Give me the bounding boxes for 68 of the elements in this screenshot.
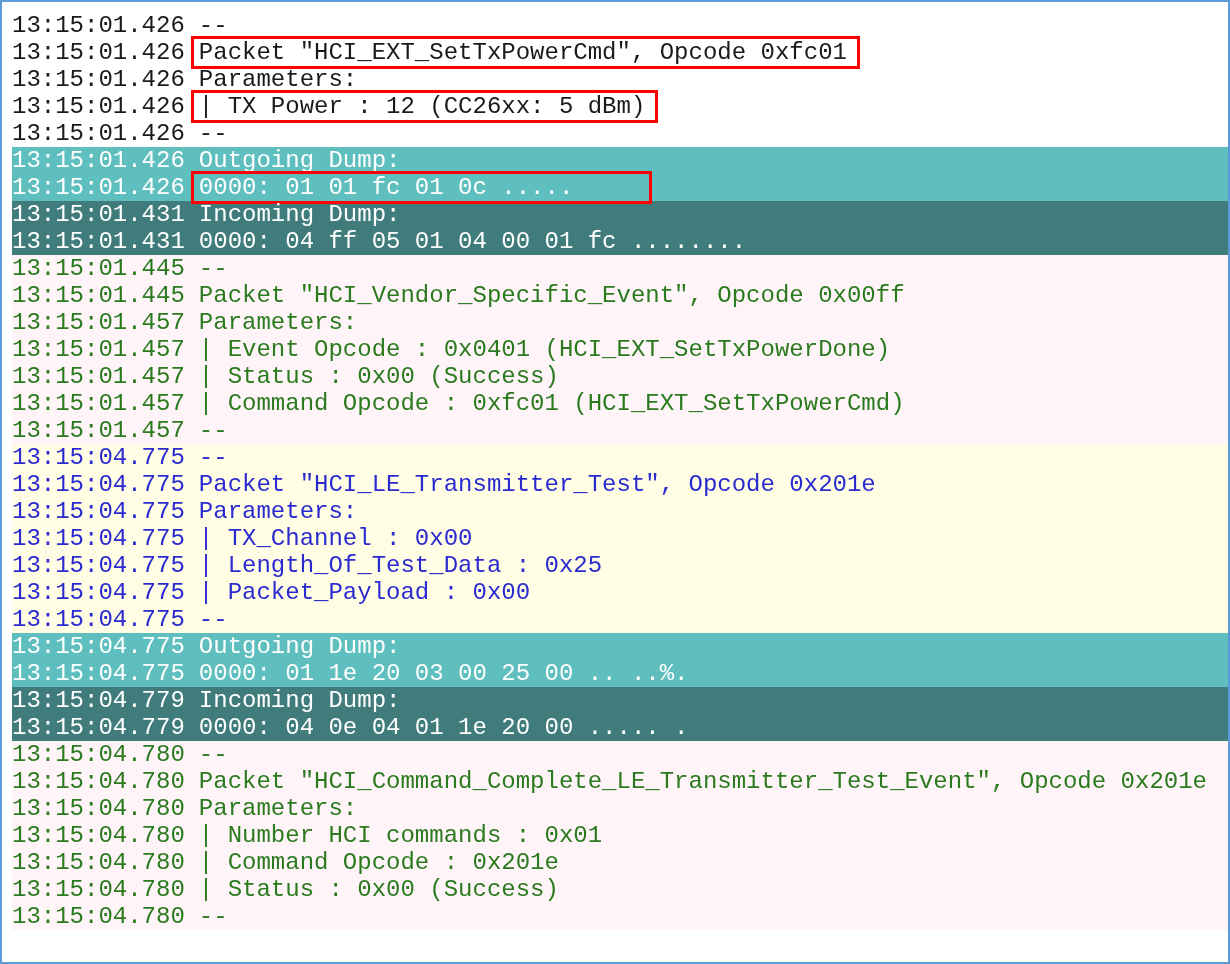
log-timestamp: 13:15:01.457 xyxy=(12,336,185,363)
log-message: | Status : 0x00 (Success) xyxy=(198,363,559,390)
log-message: | Length_Of_Test_Data : 0x25 xyxy=(198,552,603,579)
log-message: Outgoing Dump: xyxy=(198,147,401,174)
log-timestamp: 13:15:04.775 xyxy=(12,471,185,498)
log-message: Incoming Dump: xyxy=(198,201,401,228)
log-message: Packet "HCI_Command_Complete_LE_Transmitter_Test_Event", Opcode 0x201e xyxy=(198,768,1207,795)
log-timestamp: 13:15:01.457 xyxy=(12,363,185,390)
log-timestamp: 13:15:01.445 xyxy=(12,282,185,309)
log-message: | TX_Channel : 0x00 xyxy=(198,525,473,552)
log-timestamp: 13:15:04.780 xyxy=(12,876,185,903)
log-message: | Command Opcode : 0xfc01 (HCI_EXT_SetTxPowerCmd) xyxy=(198,390,905,417)
log-message: Parameters: xyxy=(198,309,358,336)
log-message: -- xyxy=(198,417,228,444)
log-message: | Status : 0x00 (Success) xyxy=(198,876,559,903)
log-timestamp: 13:15:04.780 xyxy=(12,849,185,876)
log-message: -- xyxy=(198,120,228,147)
log-timestamp: 13:15:01.426 xyxy=(12,120,185,147)
highlighted-log-message: | TX Power : 12 (CC26xx: 5 dBm) xyxy=(190,90,659,123)
log-timestamp: 13:15:04.775 xyxy=(12,444,185,471)
log-timestamp: 13:15:04.775 xyxy=(12,660,185,687)
log-timestamp: 13:15:01.431 xyxy=(12,228,185,255)
log-message: | Command Opcode : 0x201e xyxy=(198,849,559,876)
log-timestamp: 13:15:01.431 xyxy=(12,201,185,228)
log-message: -- xyxy=(198,903,228,930)
log-timestamp: 13:15:04.780 xyxy=(12,903,185,930)
log-timestamp: 13:15:01.457 xyxy=(12,390,185,417)
log-timestamp: 13:15:04.775 xyxy=(12,579,185,606)
log-timestamp: 13:15:01.426 xyxy=(12,12,185,39)
log-timestamp: 13:15:01.457 xyxy=(12,417,185,444)
log-message: Incoming Dump: xyxy=(198,687,401,714)
log-timestamp: 13:15:04.775 xyxy=(12,633,185,660)
log-timestamp: 13:15:01.445 xyxy=(12,255,185,282)
log-timestamp: 13:15:01.457 xyxy=(12,309,185,336)
log-message: | Event Opcode : 0x0401 (HCI_EXT_SetTxPowerDone) xyxy=(198,336,891,363)
log-message: -- xyxy=(198,606,228,633)
log-timestamp: 13:15:01.426 xyxy=(12,66,185,93)
log-timestamp: 13:15:04.780 xyxy=(12,822,185,849)
log-message: Outgoing Dump: xyxy=(198,633,401,660)
log-timestamp: 13:15:04.775 xyxy=(12,606,185,633)
log-message: Parameters: xyxy=(198,795,358,822)
log-message: 0000: 04 0e 04 01 1e 20 00 ..... . xyxy=(198,714,689,741)
log-timestamp: 13:15:04.775 xyxy=(12,552,185,579)
log-message: -- xyxy=(198,741,228,768)
log-message: Packet "HCI_LE_Transmitter_Test", Opcode 0x201e xyxy=(198,471,876,498)
highlighted-log-message: Packet "HCI_EXT_SetTxPowerCmd", Opcode 0xfc01 xyxy=(190,36,860,69)
log-message: Packet "HCI_Vendor_Specific_Event", Opcode 0x00ff xyxy=(198,282,905,309)
log-message: Parameters: xyxy=(198,66,358,93)
log-message: Parameters: xyxy=(198,498,358,525)
log-message: | Number HCI commands : 0x01 xyxy=(198,822,603,849)
log-timestamp: 13:15:01.426 xyxy=(12,93,185,120)
log-message: -- xyxy=(198,12,228,39)
log-timestamp: 13:15:04.775 xyxy=(12,498,185,525)
log-timestamp: 13:15:04.775 xyxy=(12,525,185,552)
log-timestamp: 13:15:04.780 xyxy=(12,768,185,795)
log-timestamp: 13:15:04.779 xyxy=(12,687,185,714)
highlighted-log-message: 0000: 01 01 fc 01 0c ..... xyxy=(190,171,652,204)
log-message: 0000: 04 ff 05 01 04 00 01 fc ........ xyxy=(198,228,747,255)
log-timestamp: 13:15:01.426 xyxy=(12,39,185,66)
log-message: 0000: 01 1e 20 03 00 25 00 .. ..%. xyxy=(198,660,689,687)
log-timestamp: 13:15:01.426 xyxy=(12,147,185,174)
log-timestamp: 13:15:04.780 xyxy=(12,795,185,822)
log-timestamp: 13:15:01.426 xyxy=(12,174,185,201)
log-message: -- xyxy=(198,444,228,471)
log-timestamp: 13:15:04.779 xyxy=(12,714,185,741)
log-timestamp: 13:15:04.780 xyxy=(12,741,185,768)
log-message: | Packet_Payload : 0x00 xyxy=(198,579,531,606)
log-message: -- xyxy=(198,255,228,282)
